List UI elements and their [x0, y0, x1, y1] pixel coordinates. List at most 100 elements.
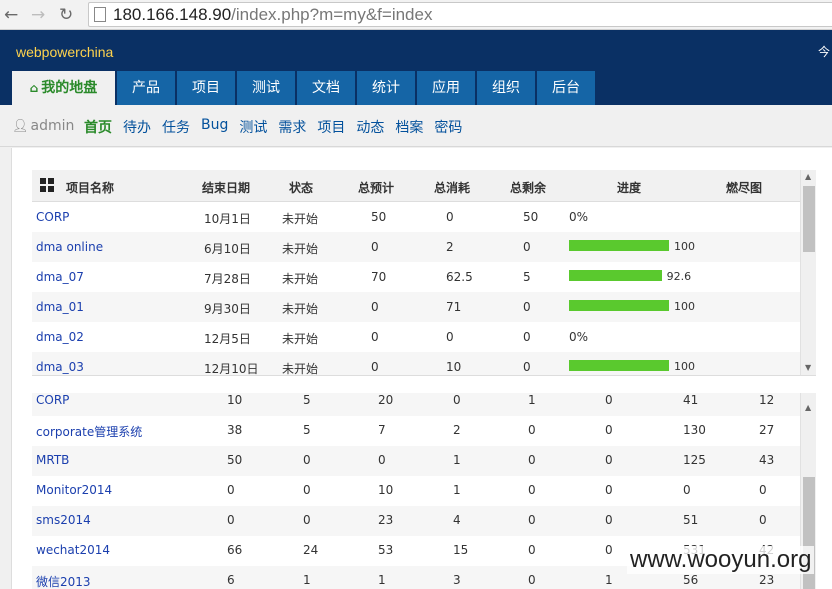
table-row: dma_01 9月30日 未开始 0 71 0 100 — [32, 292, 800, 322]
cell-value: 0 — [227, 483, 235, 497]
project-link[interactable]: dma_01 — [36, 300, 84, 314]
cell-value: 0 — [605, 393, 613, 407]
cell-value: 0 — [683, 483, 691, 497]
product-link[interactable]: sms2014 — [36, 513, 91, 527]
subnav-link-0[interactable]: 首页 — [84, 117, 112, 137]
product-link[interactable]: CORP — [36, 393, 69, 407]
subnav-link-9[interactable]: 密码 — [434, 117, 462, 137]
watermark: www.wooyun.org — [627, 546, 815, 574]
address-bar[interactable]: 180.166.148.90/index.php?m=my&f=index — [88, 2, 832, 27]
cell-value: 24 — [303, 543, 319, 557]
cell-value: 43 — [759, 453, 775, 467]
product-link[interactable]: MRTB — [36, 453, 69, 467]
subnav-link-2[interactable]: 任务 — [162, 117, 190, 137]
table-row: CORP 10 5 20 0 1 0 41 12 — [32, 393, 800, 416]
progress-label: 100 — [674, 300, 695, 313]
project-link[interactable]: dma_03 — [36, 360, 84, 374]
back-arrow-icon[interactable]: ← — [4, 4, 18, 26]
cell-cons: 62.5 — [446, 270, 473, 284]
table-row: dma_07 7月28日 未开始 70 62.5 5 92.6 — [32, 262, 800, 292]
cell-value: 6 — [227, 573, 235, 587]
project-link[interactable]: dma_02 — [36, 330, 84, 344]
sub-nav-links: 首页 待办 任务 Bug 测试 需求 项目 动态 档案 密码 — [84, 117, 473, 137]
table-row: sms2014 0 0 23 4 0 0 51 0 — [32, 506, 800, 536]
project-link[interactable]: dma online — [36, 240, 103, 254]
cell-end: 7月28日 — [204, 272, 251, 286]
tab-3[interactable]: 测试 — [237, 71, 295, 105]
project-link[interactable]: CORP — [36, 210, 69, 224]
project-link[interactable]: dma_07 — [36, 270, 84, 284]
cell-status: 未开始 — [282, 242, 319, 256]
tab-7[interactable]: 组织 — [477, 71, 535, 105]
project-panel: 项目名称 结束日期 状态 总预计 总消耗 总剩余 进度 燃尽图 CORP 10月1日 未开始 50 0… — [32, 170, 816, 376]
cell-cons: 71 — [446, 300, 462, 314]
subnav-link-6[interactable]: 项目 — [317, 117, 345, 137]
grid-icon — [40, 178, 54, 192]
tab-label: 文档 — [312, 80, 340, 96]
cell-value: 12 — [759, 393, 775, 407]
product-link[interactable]: Monitor2014 — [36, 483, 112, 497]
progress-label: 100 — [674, 240, 695, 253]
project-scrollbar[interactable]: ▲ ▼ — [800, 170, 816, 375]
cell-status: 未开始 — [282, 212, 319, 226]
subnav-link-1[interactable]: 待办 — [123, 117, 151, 137]
tab-label: 统计 — [372, 80, 400, 96]
scroll-up-icon[interactable]: ▲ — [805, 403, 811, 412]
cell-value: 66 — [227, 543, 243, 557]
product-link[interactable]: wechat2014 — [36, 543, 110, 557]
cell-value: 51 — [683, 513, 699, 527]
tab-label: 我的地盘 — [41, 80, 98, 96]
cell-cons: 2 — [446, 240, 454, 254]
tab-2[interactable]: 项目 — [177, 71, 235, 105]
cell-status: 未开始 — [282, 362, 319, 376]
tab-1[interactable]: 产品 — [117, 71, 175, 105]
cell-value: 15 — [453, 543, 469, 557]
column-header: 总消耗 — [434, 181, 471, 195]
scroll-up-icon[interactable]: ▲ — [805, 172, 811, 181]
forward-arrow-icon[interactable]: → — [31, 4, 45, 26]
scroll-down-icon[interactable]: ▼ — [805, 363, 811, 372]
tab-4[interactable]: 文档 — [297, 71, 355, 105]
cell-left: 0 — [523, 330, 531, 344]
cell-value: 1 — [378, 573, 386, 587]
cell-end: 10月1日 — [204, 212, 251, 226]
tab-0[interactable]: ⌂ 我的地盘 — [12, 71, 115, 105]
product-link[interactable]: 微信2013 — [36, 573, 91, 589]
tab-8[interactable]: 后台 — [537, 71, 595, 105]
tab-label: 应用 — [432, 80, 460, 96]
subnav-link-3[interactable]: Bug — [201, 117, 228, 137]
subnav-link-8[interactable]: 档案 — [395, 117, 423, 137]
reload-icon[interactable]: ↻ — [59, 4, 73, 26]
column-header: 总剩余 — [510, 181, 547, 195]
cell-end: 12月10日 — [204, 362, 259, 376]
cell-est: 0 — [371, 360, 379, 374]
tab-5[interactable]: 统计 — [357, 71, 415, 105]
cell-end: 12月5日 — [204, 332, 251, 346]
progress-label: 0% — [569, 210, 589, 224]
cell-value: 1 — [605, 573, 613, 587]
cell-value: 5 — [303, 393, 311, 407]
cell-cons: 10 — [446, 360, 462, 374]
subnav-link-5[interactable]: 需求 — [278, 117, 306, 137]
tab-label: 后台 — [552, 80, 580, 96]
product-link[interactable]: corporate管理系统 — [36, 423, 142, 440]
tab-6[interactable]: 应用 — [417, 71, 475, 105]
cell-value: 4 — [453, 513, 461, 527]
progress-bar — [569, 270, 662, 281]
subnav-link-4[interactable]: 测试 — [239, 117, 267, 137]
user-info[interactable]: 👤︎ admin — [12, 118, 74, 134]
subnav-link-7[interactable]: 动态 — [356, 117, 384, 137]
cell-value: 0 — [605, 513, 613, 527]
main-nav: ⌂ 我的地盘 产品 项目 测试 文档 统计 应用 组织 后台 — [12, 71, 597, 105]
cell-value: 10 — [227, 393, 243, 407]
cell-status: 未开始 — [282, 272, 319, 286]
cell-status: 未开始 — [282, 302, 319, 316]
cell-est: 0 — [371, 330, 379, 344]
cell-value: 5 — [303, 423, 311, 437]
cell-value: 7 — [378, 423, 386, 437]
cell-value: 0 — [303, 513, 311, 527]
cell-status: 未开始 — [282, 332, 319, 346]
progress-bar — [569, 240, 669, 251]
column-header: 项目名称 — [66, 181, 115, 195]
scroll-thumb[interactable] — [803, 186, 815, 252]
